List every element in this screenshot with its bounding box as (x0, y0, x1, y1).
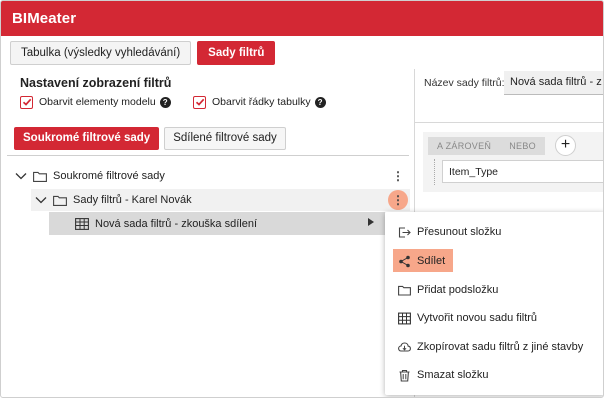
condition-field-input[interactable]: Item_Type (442, 160, 603, 183)
and-button[interactable]: A ZÁROVEŇ (428, 137, 501, 155)
tree-root-row[interactable]: Soukromé filtrové sady (15, 165, 165, 187)
filter-set-name-label: Název sady filtrů: (424, 77, 505, 89)
tree-folder-label: Sady filtrů - Karel Novák (73, 194, 192, 206)
cloud-download-icon (398, 341, 411, 352)
top-bar: BIMeater (1, 1, 603, 36)
filter-settings-title: Nastavení zobrazení filtrů (20, 76, 172, 90)
main-tabs: Tabulka (výsledky vyhledávání) Sady filt… (10, 41, 276, 65)
table-icon (398, 312, 411, 324)
color-model-elements-checkbox[interactable] (20, 95, 33, 109)
color-table-rows-checkbox[interactable] (193, 95, 206, 109)
submenu-arrow-icon[interactable] (368, 218, 374, 226)
add-condition-button[interactable]: + (555, 135, 576, 156)
color-table-rows-row: Obarvit řádky tabulky ? (193, 95, 326, 109)
color-table-rows-label: Obarvit řádky tabulky (212, 96, 311, 108)
more-options-icon[interactable]: ⋮ (391, 169, 405, 183)
table-icon (75, 218, 89, 230)
or-button[interactable]: NEBO (500, 137, 545, 155)
color-model-elements-row: Obarvit elementy modelu ? (20, 95, 171, 109)
menu-item-label: Přidat podsložku (417, 284, 499, 296)
menu-item-create-filter-set[interactable]: Vytvořit novou sadu filtrů (385, 305, 603, 331)
tab-table-results[interactable]: Tabulka (výsledky vyhledávání) (10, 41, 192, 65)
share-icon (399, 255, 410, 267)
menu-item-label: Vytvořit novou sadu filtrů (417, 312, 538, 324)
divider (415, 122, 603, 123)
tree-root-label: Soukromé filtrové sady (53, 170, 165, 182)
chevron-down-icon[interactable] (35, 194, 47, 206)
menu-item-label: Smazat složku (417, 369, 489, 381)
menu-item-delete-folder[interactable]: Smazat složku (385, 362, 603, 388)
tree-connector (434, 159, 435, 185)
tree-filter-set-row[interactable]: Nová sada filtrů - zkouška sdílení (75, 213, 257, 235)
tab-private-filter-sets[interactable]: Soukromé filtrové sady (14, 127, 160, 150)
chevron-down-icon[interactable] (15, 170, 27, 182)
menu-item-move-folder[interactable]: Přesunout složku (385, 219, 603, 245)
context-menu: Přesunout složku Sdílet Přidat podsložku… (385, 212, 603, 395)
folder-icon (53, 195, 67, 206)
app-window: BIMeater Tabulka (výsledky vyhledávání) … (0, 0, 604, 398)
tree-folder-row[interactable]: Sady filtrů - Karel Novák (35, 189, 192, 211)
more-options-icon[interactable]: ⋮ (391, 193, 405, 207)
menu-item-label: Přesunout složku (417, 226, 502, 238)
tree-filter-set-label: Nová sada filtrů - zkouška sdílení (95, 218, 258, 230)
tab-shared-filter-sets[interactable]: Sdílené filtrové sady (164, 127, 286, 150)
tab-filter-sets[interactable]: Sady filtrů (197, 41, 276, 65)
help-icon[interactable]: ? (159, 96, 171, 108)
filter-set-tabs: Soukromé filtrové sady Sdílené filtrové … (14, 127, 291, 150)
menu-item-label: Sdílet (417, 255, 446, 267)
folder-icon (398, 285, 411, 296)
menu-item-add-subfolder[interactable]: Přidat podsložku (385, 277, 603, 303)
color-model-elements-label: Obarvit elementy modelu (39, 96, 156, 108)
menu-item-share[interactable]: Sdílet (385, 248, 603, 274)
trash-icon (399, 369, 410, 382)
move-icon (398, 226, 411, 238)
logic-toggle: A ZÁROVEŇ NEBO (428, 137, 545, 155)
menu-item-copy-filter-set[interactable]: Zkopírovat sadu filtrů z jiné stavby (385, 334, 603, 360)
folder-icon (33, 171, 47, 182)
app-title: BIMeater (12, 10, 77, 27)
divider (7, 155, 409, 156)
help-icon[interactable]: ? (314, 96, 326, 108)
filter-set-name-input[interactable]: Nová sada filtrů - z (504, 71, 603, 95)
menu-item-label: Zkopírovat sadu filtrů z jiné stavby (417, 341, 584, 353)
